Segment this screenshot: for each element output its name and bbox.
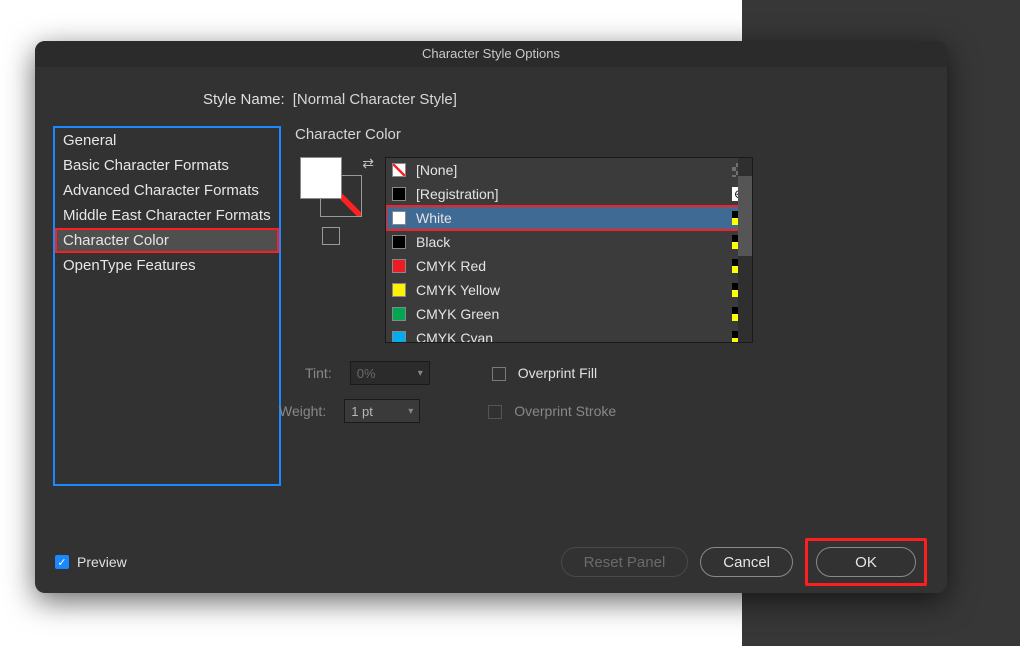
style-name-label: Style Name: xyxy=(203,91,285,108)
swatch-row-cmyk-cyan[interactable]: CMYK Cyan xyxy=(386,326,752,343)
overprint-stroke-label: Overprint Stroke xyxy=(514,403,616,419)
weight-input[interactable]: 1 pt ▾ xyxy=(344,399,420,423)
scrollbar-thumb[interactable] xyxy=(738,176,752,256)
dialog-title: Character Style Options xyxy=(422,46,560,61)
category-item-middle-east-character-formats[interactable]: Middle East Character Formats xyxy=(55,203,279,228)
swatch-name: [None] xyxy=(416,162,722,178)
dialog-content: Style Name: [Normal Character Style] Gen… xyxy=(53,91,929,531)
weight-value: 1 pt xyxy=(351,404,373,419)
swatch-name: CMYK Green xyxy=(416,306,722,322)
swatch-chip-icon xyxy=(392,259,406,273)
swatch-chip-icon xyxy=(392,331,406,343)
overprint-stroke-checkbox[interactable] xyxy=(488,403,508,419)
apply-to-container-button[interactable] xyxy=(322,227,340,245)
swatch-row-cmyk-red[interactable]: CMYK Red xyxy=(386,254,752,278)
dialog-footer: ✓ Preview Reset Panel Cancel OK xyxy=(35,531,947,593)
style-name-row: Style Name: [Normal Character Style] xyxy=(203,91,929,108)
preview-checkbox-checked-icon: ✓ xyxy=(55,555,69,569)
swatch-row-registration[interactable]: [Registration] xyxy=(386,182,752,206)
swatch-name: CMYK Cyan xyxy=(416,330,722,343)
panel-title: Character Color xyxy=(295,126,929,143)
ok-button[interactable]: OK xyxy=(816,547,916,577)
ok-button-highlight: OK xyxy=(805,538,927,586)
chevron-down-icon: ▾ xyxy=(418,368,423,379)
tint-input[interactable]: 0% ▾ xyxy=(350,361,430,385)
category-item-character-color[interactable]: Character Color xyxy=(55,228,279,253)
fill-stroke-proxy: ⇄ xyxy=(295,157,367,245)
chevron-down-icon: ▾ xyxy=(408,406,413,417)
swatch-chip-icon xyxy=(392,307,406,321)
swatch-row-cmyk-green[interactable]: CMYK Green xyxy=(386,302,752,326)
fill-swatch[interactable] xyxy=(300,157,342,199)
swatch-name: [Registration] xyxy=(416,186,722,202)
swatch-name: Black xyxy=(416,234,722,250)
swatch-chip-none-icon xyxy=(392,163,406,177)
swatch-chip-icon xyxy=(392,211,406,225)
swatch-chip-icon xyxy=(392,235,406,249)
swatch-name: CMYK Yellow xyxy=(416,282,722,298)
swatch-row-none[interactable]: [None] xyxy=(386,158,752,182)
reset-panel-button[interactable]: Reset Panel xyxy=(561,547,689,577)
category-list[interactable]: General Basic Character Formats Advanced… xyxy=(53,126,281,486)
swatch-list-scrollbar[interactable] xyxy=(738,158,752,342)
style-name-value: [Normal Character Style] xyxy=(293,91,457,108)
swatch-chip-icon xyxy=(392,187,406,201)
category-item-general[interactable]: General xyxy=(55,128,279,153)
category-item-opentype-features[interactable]: OpenType Features xyxy=(55,253,279,278)
swatch-list[interactable]: [None] [Registration] White xyxy=(385,157,753,343)
tint-value: 0% xyxy=(357,366,376,381)
category-item-advanced-character-formats[interactable]: Advanced Character Formats xyxy=(55,178,279,203)
swatch-row-white[interactable]: White xyxy=(386,206,752,230)
dialog-titlebar[interactable]: Character Style Options xyxy=(35,41,947,67)
swatch-name: White xyxy=(416,210,722,226)
category-item-basic-character-formats[interactable]: Basic Character Formats xyxy=(55,153,279,178)
character-style-options-dialog: Character Style Options Style Name: [Nor… xyxy=(35,41,947,593)
character-color-panel: Character Color ⇄ xyxy=(295,126,929,486)
overprint-fill-checkbox[interactable] xyxy=(492,365,512,381)
weight-label: Weight: xyxy=(279,403,326,419)
overprint-fill-label: Overprint Fill xyxy=(518,365,597,381)
cancel-button[interactable]: Cancel xyxy=(700,547,793,577)
preview-toggle[interactable]: ✓ Preview xyxy=(55,554,127,570)
fill-stroke-wrap[interactable]: ⇄ xyxy=(300,157,362,219)
swap-fill-stroke-icon[interactable]: ⇄ xyxy=(362,155,374,172)
swatch-name: CMYK Red xyxy=(416,258,722,274)
swatch-chip-icon xyxy=(392,283,406,297)
tint-label: Tint: xyxy=(305,365,332,381)
swatch-row-cmyk-yellow[interactable]: CMYK Yellow xyxy=(386,278,752,302)
swatch-row-black[interactable]: Black xyxy=(386,230,752,254)
preview-label: Preview xyxy=(77,554,127,570)
